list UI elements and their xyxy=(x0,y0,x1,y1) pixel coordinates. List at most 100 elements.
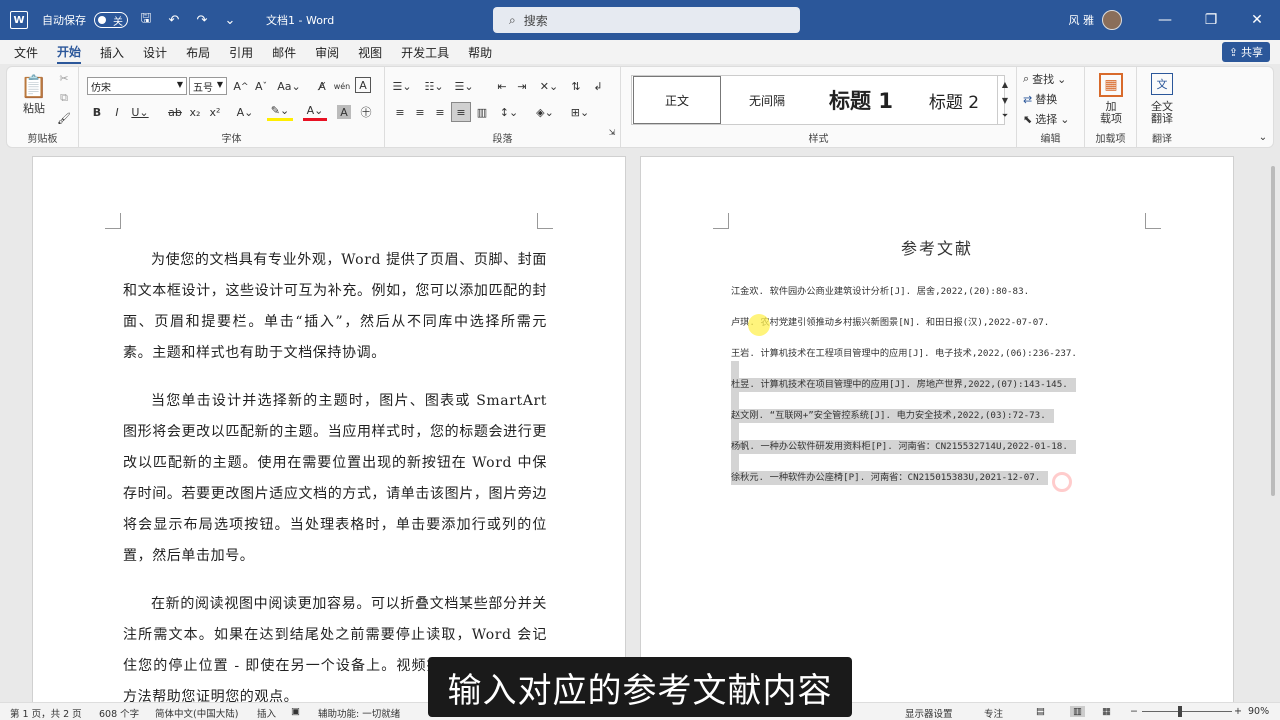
chevron-up-icon[interactable]: ▲ xyxy=(998,77,1012,91)
strikethrough-icon[interactable]: ab xyxy=(167,103,183,121)
references-title[interactable]: 参考文献 xyxy=(641,235,1233,259)
tab-home[interactable]: 开始 xyxy=(57,41,82,64)
print-layout-icon[interactable]: ▥ xyxy=(1070,706,1085,717)
undo-icon[interactable]: ↶ xyxy=(164,13,184,28)
reference-item[interactable]: 江金欢. 软件园办公商业建筑设计分析[J]. 居舍,2022,(20):80-8… xyxy=(731,285,1029,299)
customize-qat-icon[interactable]: ⌄ xyxy=(220,13,240,28)
increase-indent-icon[interactable]: ⇥ xyxy=(513,77,531,95)
tab-design[interactable]: 设计 xyxy=(143,42,167,63)
style-normal[interactable]: 正文 xyxy=(633,76,721,124)
search-input[interactable]: ⌕ 搜索 xyxy=(493,7,800,33)
italic-icon[interactable]: I xyxy=(109,103,125,121)
reference-item-selected[interactable]: 杜昱. 计算机技术在项目管理中的应用[J]. 房地产世界,2022,(07):1… xyxy=(731,378,1076,392)
distributed-icon[interactable]: ▥ xyxy=(473,103,491,121)
user-name[interactable]: 风 雅 xyxy=(1069,12,1095,28)
read-mode-icon[interactable]: ▤ xyxy=(1036,706,1045,717)
grow-font-icon[interactable]: A ^ xyxy=(233,77,249,95)
tab-file[interactable]: 文件 xyxy=(14,42,38,63)
display-settings[interactable]: 显示器设置 xyxy=(905,706,953,720)
styles-gallery-scroll[interactable]: ▲ ▼ ⏷ xyxy=(997,75,1011,125)
zoom-slider[interactable] xyxy=(1142,711,1232,712)
tab-references[interactable]: 引用 xyxy=(229,42,253,63)
scroll-thumb[interactable] xyxy=(1271,166,1275,496)
multilevel-list-icon[interactable]: ☰⌄ xyxy=(453,77,475,95)
minimize-icon[interactable]: — xyxy=(1142,12,1188,28)
align-right-icon[interactable]: ≡ xyxy=(431,103,449,121)
language[interactable]: 简体中文(中国大陆) xyxy=(155,706,238,720)
change-case-icon[interactable]: Aa⌄ xyxy=(277,77,301,95)
show-marks-icon[interactable]: ↲ xyxy=(589,77,607,95)
reference-item-selected[interactable]: 赵文刚. “互联网+”安全管控系统[J]. 电力安全技术,2022,(03):7… xyxy=(731,409,1054,423)
chevron-down-icon[interactable]: ▼ xyxy=(998,93,1012,107)
translate-icon[interactable]: 文 xyxy=(1151,73,1173,95)
paste-icon[interactable]: 📋 xyxy=(19,73,49,101)
font-color-icon[interactable]: A⌄ xyxy=(303,103,327,121)
line-spacing-icon[interactable]: ↕⌄ xyxy=(497,103,521,121)
zoom-in-icon[interactable]: + xyxy=(1234,706,1242,717)
accessibility-status[interactable]: 辅助功能: 一切就绪 xyxy=(318,706,400,720)
save-icon[interactable]: 🖫 xyxy=(136,9,156,31)
tab-developer[interactable]: 开发工具 xyxy=(401,42,449,63)
cut-icon[interactable]: ✂ xyxy=(57,71,71,85)
insert-mode[interactable]: 插入 xyxy=(257,706,276,720)
align-left-icon[interactable]: ≡ xyxy=(391,103,409,121)
style-no-spacing[interactable]: 无间隔 xyxy=(724,76,810,124)
reference-item-selected[interactable]: 徐秋元. 一种软件办公座椅[P]. 河南省：CN215015383U,2021-… xyxy=(731,471,1049,485)
zoom-slider-thumb[interactable] xyxy=(1178,706,1182,717)
tab-layout[interactable]: 布局 xyxy=(186,42,210,63)
highlight-color-icon[interactable]: ✎⌄ xyxy=(267,103,293,121)
addins-icon[interactable]: ▦ xyxy=(1099,73,1123,97)
vertical-scrollbar[interactable] xyxy=(1268,150,1278,700)
format-painter-icon[interactable]: 🖌 xyxy=(57,111,71,125)
align-center-icon[interactable]: ≡ xyxy=(411,103,429,121)
avatar[interactable] xyxy=(1102,10,1122,30)
focus-mode[interactable]: 专注 xyxy=(984,706,1003,720)
character-border-icon[interactable]: A xyxy=(355,77,371,93)
macro-icon[interactable]: ▣ xyxy=(291,706,300,717)
more-styles-icon[interactable]: ⏷ xyxy=(998,109,1012,123)
zoom-out-icon[interactable]: − xyxy=(1130,706,1138,717)
select-button[interactable]: ⬉ 选择 ⌄ xyxy=(1023,111,1081,127)
enclose-characters-icon[interactable]: ㊉ xyxy=(357,103,375,121)
tab-help[interactable]: 帮助 xyxy=(468,42,492,63)
decrease-indent-icon[interactable]: ⇤ xyxy=(493,77,511,95)
document-page-2[interactable]: 参考文献 江金欢. 软件园办公商业建筑设计分析[J]. 居舍,2022,(20)… xyxy=(640,156,1234,704)
phonetic-guide-icon[interactable]: wén xyxy=(333,77,351,95)
borders-icon[interactable]: ⊞⌄ xyxy=(567,103,593,121)
underline-icon[interactable]: U⌄ xyxy=(129,103,151,121)
autosave-toggle[interactable]: 关 xyxy=(94,12,128,28)
font-name-select[interactable]: 仿宋 ▼ xyxy=(87,77,187,95)
translate-label-2[interactable]: 翻译 xyxy=(1141,111,1183,125)
paste-label[interactable]: 粘贴 xyxy=(19,101,49,115)
tab-review[interactable]: 审阅 xyxy=(315,42,339,63)
justify-icon[interactable]: ≡ xyxy=(451,102,471,122)
font-size-select[interactable]: 五号 ▼ xyxy=(189,77,227,95)
shading-icon[interactable]: ◈⌄ xyxy=(533,103,557,121)
reference-item[interactable]: 王岩. 计算机技术在工程项目管理中的应用[J]. 电子技术,2022,(06):… xyxy=(731,347,1077,361)
collapse-ribbon-icon[interactable]: ⌄ xyxy=(1257,131,1269,143)
redo-icon[interactable]: ↷ xyxy=(192,13,212,28)
tab-insert[interactable]: 插入 xyxy=(100,42,124,63)
page-count[interactable]: 第 1 页，共 2 页 xyxy=(10,706,82,720)
find-button[interactable]: ⌕ 查找 ⌄ xyxy=(1023,71,1081,87)
chinese-layout-icon[interactable]: ✕⌄ xyxy=(537,77,561,95)
style-heading-2[interactable]: 标题 2 xyxy=(912,76,996,124)
sort-icon[interactable]: ⇅ xyxy=(567,77,585,95)
superscript-icon[interactable]: x² xyxy=(207,103,223,121)
subscript-icon[interactable]: x₂ xyxy=(187,103,203,121)
copy-icon[interactable]: ⧉ xyxy=(57,91,71,105)
replace-button[interactable]: ⇄ 替换 xyxy=(1023,91,1081,107)
numbering-icon[interactable]: ☷⌄ xyxy=(423,77,445,95)
bullets-icon[interactable]: ☰⌄ xyxy=(391,77,413,95)
reference-item-selected[interactable]: 杨帆. 一种办公软件研发用资料柜[P]. 河南省：CN215532714U,20… xyxy=(731,440,1076,454)
zoom-level[interactable]: 90% xyxy=(1248,706,1269,717)
close-icon[interactable]: ✕ xyxy=(1234,12,1280,28)
word-count[interactable]: 608 个字 xyxy=(99,706,139,720)
style-heading-1[interactable]: 标题 1 xyxy=(812,76,910,124)
body-paragraph-2[interactable]: 当您单击设计并选择新的主题时，图片、图表或 SmartArt 图形将会更改以匹配… xyxy=(123,386,547,572)
reference-item[interactable]: 卢琪. 农村党建引领推动乡村振兴新图景[N]. 和田日报(汉),2022-07-… xyxy=(731,316,1049,330)
share-button[interactable]: ⇪ 共享 xyxy=(1221,42,1270,62)
restore-icon[interactable]: ❐ xyxy=(1188,12,1234,28)
body-paragraph-1[interactable]: 为使您的文档具有专业外观，Word 提供了页眉、页脚、封面和文本框设计，这些设计… xyxy=(123,245,547,369)
web-layout-icon[interactable]: ▦ xyxy=(1102,706,1111,717)
